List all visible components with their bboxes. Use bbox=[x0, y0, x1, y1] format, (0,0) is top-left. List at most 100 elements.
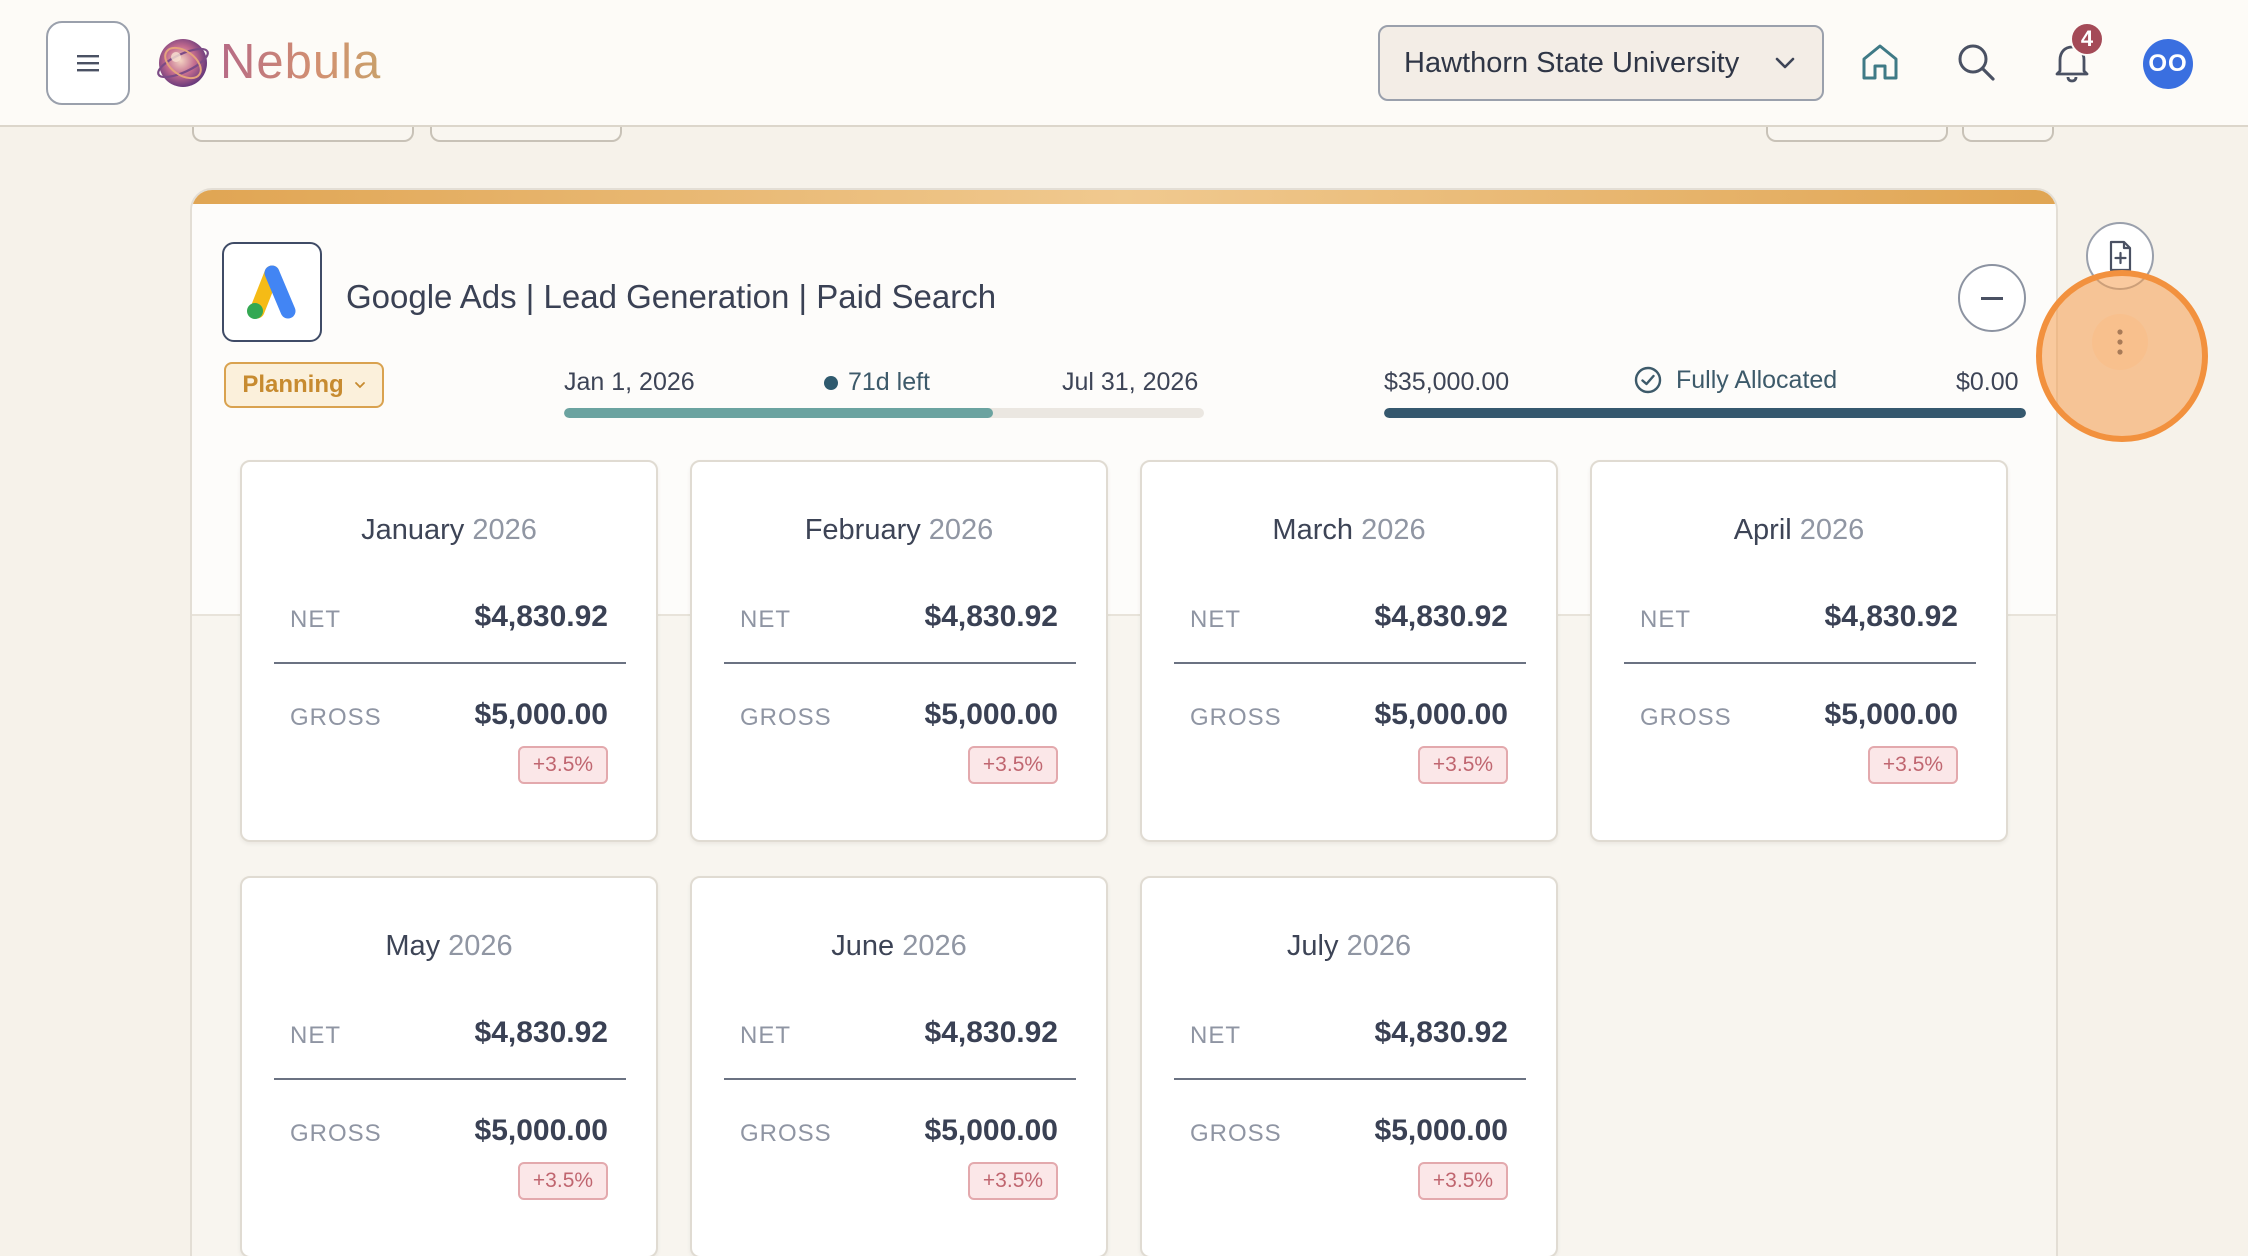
gross-value: $5,000.00 bbox=[1374, 1114, 1508, 1147]
budget-progress-fill bbox=[1384, 408, 2026, 418]
app-logo[interactable]: Nebula bbox=[154, 33, 381, 91]
tile-divider bbox=[1624, 662, 1976, 664]
search-button[interactable] bbox=[1950, 36, 2002, 88]
home-icon bbox=[1862, 44, 1898, 80]
file-plus-icon bbox=[2109, 240, 2132, 272]
net-value: $4,830.92 bbox=[1374, 600, 1508, 633]
net-label: NET bbox=[290, 1022, 341, 1049]
days-left: 71d left bbox=[824, 368, 930, 397]
net-label: NET bbox=[1190, 1022, 1241, 1049]
month-title: July 2026 bbox=[1142, 930, 1556, 963]
gross-label: GROSS bbox=[1190, 1120, 1282, 1147]
allocation-label: Fully Allocated bbox=[1676, 365, 1838, 394]
month-title: April 2026 bbox=[1592, 514, 2006, 547]
status-label: Planning bbox=[242, 371, 344, 398]
minus-icon bbox=[1981, 296, 2003, 300]
month-tile[interactable]: May 2026 NET $4,830.92 GROSS $5,000.00 +… bbox=[240, 876, 658, 1256]
month-name: January bbox=[361, 514, 465, 546]
month-year: 2026 bbox=[1361, 514, 1426, 546]
check-circle-icon bbox=[1634, 366, 1662, 394]
tile-divider bbox=[724, 1078, 1076, 1080]
vertical-ellipsis-icon bbox=[2117, 329, 2123, 355]
campaign-title: Google Ads | Lead Generation | Paid Sear… bbox=[346, 278, 997, 315]
collapse-button[interactable] bbox=[1958, 264, 2026, 332]
hamburger-icon bbox=[77, 55, 99, 72]
budget-progress-bar bbox=[1384, 408, 2026, 418]
change-badge: +3.5% bbox=[1868, 746, 1958, 784]
tile-divider bbox=[1174, 662, 1526, 664]
status-dropdown[interactable]: Planning bbox=[224, 362, 384, 408]
month-tile[interactable]: January 2026 NET $4,830.92 GROSS $5,000.… bbox=[240, 460, 658, 842]
month-title: March 2026 bbox=[1142, 514, 1556, 547]
add-document-button[interactable] bbox=[2086, 222, 2154, 290]
more-options-button[interactable] bbox=[2092, 314, 2148, 370]
user-avatar[interactable]: OO bbox=[2143, 39, 2193, 89]
tile-divider bbox=[274, 1078, 626, 1080]
tile-divider bbox=[1174, 1078, 1526, 1080]
top-bar: Nebula Hawthorn State University 4 OO bbox=[0, 0, 2248, 127]
gross-value: $5,000.00 bbox=[474, 1114, 608, 1147]
month-name: July bbox=[1286, 930, 1339, 962]
chevron-down-icon bbox=[1775, 57, 1795, 69]
change-badge: +3.5% bbox=[1418, 746, 1508, 784]
app-name: Nebula bbox=[220, 35, 382, 89]
month-tile[interactable]: March 2026 NET $4,830.92 GROSS $5,000.00… bbox=[1140, 460, 1558, 842]
search-icon bbox=[1958, 44, 1995, 81]
gross-label: GROSS bbox=[740, 704, 832, 731]
change-badge: +3.5% bbox=[518, 746, 608, 784]
gross-label: GROSS bbox=[740, 1120, 832, 1147]
month-title: February 2026 bbox=[692, 514, 1106, 547]
month-title: June 2026 bbox=[692, 930, 1106, 963]
net-value: $4,830.92 bbox=[474, 1016, 608, 1049]
month-year: 2026 bbox=[902, 930, 967, 962]
net-label: NET bbox=[740, 606, 791, 633]
gross-value: $5,000.00 bbox=[924, 1114, 1058, 1147]
month-tile[interactable]: April 2026 NET $4,830.92 GROSS $5,000.00… bbox=[1590, 460, 2008, 842]
month-year: 2026 bbox=[928, 514, 994, 546]
budget-remaining: $0.00 bbox=[1956, 368, 2019, 396]
allocation-status: Fully Allocated bbox=[1632, 364, 1837, 396]
gross-value: $5,000.00 bbox=[1824, 698, 1958, 731]
net-label: NET bbox=[1640, 606, 1691, 633]
gross-value: $5,000.00 bbox=[1374, 698, 1508, 731]
month-name: March bbox=[1272, 514, 1353, 546]
gross-label: GROSS bbox=[290, 1120, 382, 1147]
month-year: 2026 bbox=[472, 514, 537, 546]
month-year: 2026 bbox=[448, 930, 513, 962]
month-tile[interactable]: February 2026 NET $4,830.92 GROSS $5,000… bbox=[690, 460, 1108, 842]
gross-value: $5,000.00 bbox=[474, 698, 608, 731]
gross-value: $5,000.00 bbox=[924, 698, 1058, 731]
gross-label: GROSS bbox=[1640, 704, 1732, 731]
net-value: $4,830.92 bbox=[924, 1016, 1058, 1049]
card-accent-bar bbox=[192, 190, 2056, 204]
month-year: 2026 bbox=[1799, 514, 1865, 546]
net-value: $4,830.92 bbox=[1374, 1016, 1508, 1049]
net-label: NET bbox=[290, 606, 341, 633]
organization-select[interactable]: Hawthorn State University bbox=[1378, 25, 1824, 101]
change-badge: +3.5% bbox=[518, 1162, 608, 1200]
notification-count-badge: 4 bbox=[2070, 22, 2104, 56]
chevron-down-icon bbox=[354, 382, 365, 389]
net-value: $4,830.92 bbox=[1824, 600, 1958, 633]
month-title: May 2026 bbox=[242, 930, 656, 963]
budget-total: $35,000.00 bbox=[1384, 368, 1510, 396]
menu-button[interactable] bbox=[46, 21, 130, 105]
change-badge: +3.5% bbox=[968, 746, 1058, 784]
month-tile[interactable]: June 2026 NET $4,830.92 GROSS $5,000.00 … bbox=[690, 876, 1108, 1256]
month-name: June bbox=[831, 930, 895, 962]
platform-logo bbox=[222, 242, 322, 342]
nebula-logo-icon bbox=[157, 39, 209, 87]
month-year: 2026 bbox=[1346, 930, 1412, 962]
month-tile[interactable]: July 2026 NET $4,830.92 GROSS $5,000.00 … bbox=[1140, 876, 1558, 1256]
change-badge: +3.5% bbox=[1418, 1162, 1508, 1200]
month-name: April bbox=[1733, 514, 1792, 546]
tile-divider bbox=[724, 662, 1076, 664]
net-label: NET bbox=[1190, 606, 1241, 633]
net-value: $4,830.92 bbox=[474, 600, 608, 633]
net-value: $4,830.92 bbox=[924, 600, 1058, 633]
end-date: Jul 31, 2026 bbox=[1062, 368, 1199, 396]
month-title: January 2026 bbox=[242, 514, 656, 547]
home-button[interactable] bbox=[1854, 36, 1906, 88]
organization-name: Hawthorn State University bbox=[1404, 46, 1740, 79]
gross-label: GROSS bbox=[290, 704, 382, 731]
